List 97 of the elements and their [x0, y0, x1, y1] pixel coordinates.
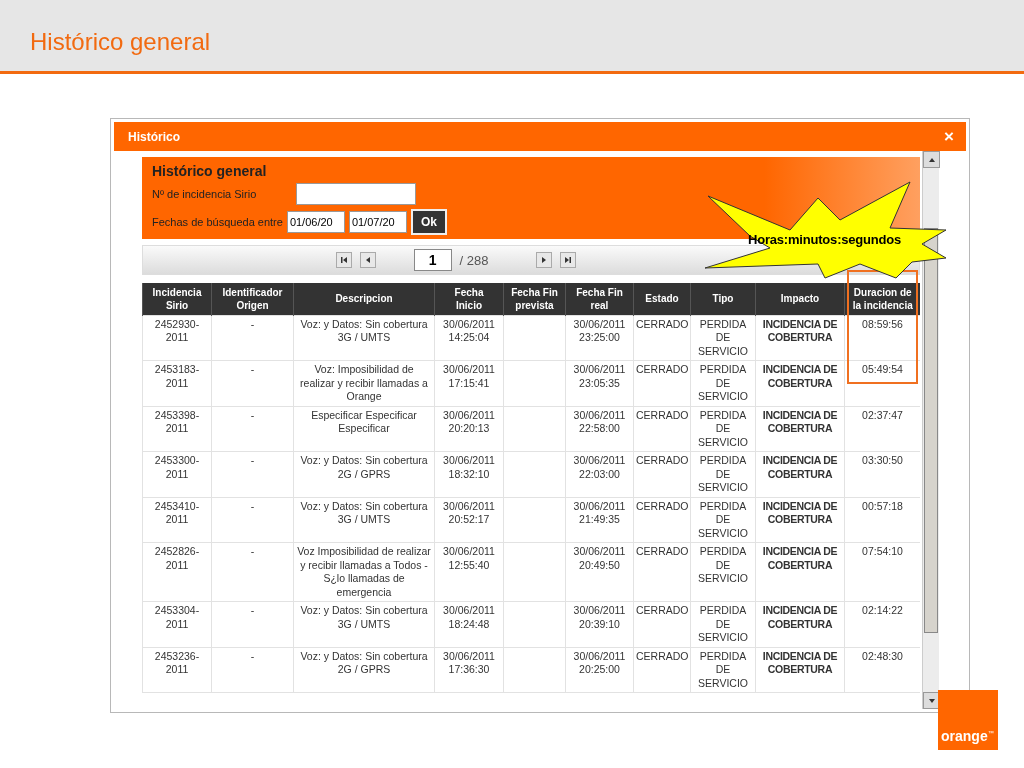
table-cell: CERRADO [633, 451, 691, 497]
column-header[interactable]: Tipo [690, 283, 756, 315]
page-field[interactable]: 1 [413, 249, 452, 271]
table-cell: PERDIDA DE SERVICIO [690, 315, 756, 361]
table-cell: PERDIDA DE SERVICIO [690, 601, 756, 647]
table-cell: Voz: Imposibilidad de realizar y recibir llamadas a Orange [293, 360, 435, 406]
table-cell: INCIDENCIA DE COBERTURA [755, 497, 845, 543]
table-cell: 30/06/2011 12:55:40 [434, 542, 504, 602]
first-page-icon [339, 256, 348, 264]
scroll-up-button[interactable] [923, 151, 940, 168]
date-to-field[interactable]: 01/07/20 [348, 211, 407, 233]
table-cell: 30/06/2011 14:25:04 [434, 315, 504, 361]
down-icon [927, 696, 936, 705]
table-cell: - [211, 451, 294, 497]
scrollbar[interactable] [922, 151, 939, 709]
table-cell: INCIDENCIA DE COBERTURA [755, 647, 845, 693]
search-title: Histórico general [152, 163, 268, 179]
column-header[interactable]: Identificador Origen [211, 283, 294, 315]
table-cell: CERRADO [633, 497, 691, 543]
first-page-button[interactable] [335, 252, 352, 268]
table-cell: Voz: y Datos: Sin cobertura 2G / GPRS [293, 451, 435, 497]
table-cell: CERRADO [633, 406, 691, 452]
last-page-button[interactable] [560, 252, 577, 268]
table-cell: CERRADO [633, 542, 691, 602]
table-cell: INCIDENCIA DE COBERTURA [755, 315, 845, 361]
previous-page-button[interactable] [359, 252, 376, 268]
page-total: / 288 [459, 252, 489, 268]
table-cell: PERDIDA DE SERVICIO [690, 451, 756, 497]
table-cell: - [211, 601, 294, 647]
column-header[interactable]: Estado [633, 283, 691, 315]
table-cell: 30/06/2011 20:25:00 [565, 647, 634, 693]
table-cell: 30/06/2011 23:25:00 [565, 315, 634, 361]
table-cell: 30/06/2011 22:58:00 [565, 406, 634, 452]
table-cell: Voz: y Datos: Sin cobertura 2G / GPRS [293, 647, 435, 693]
table-cell: CERRADO [633, 315, 691, 361]
date-from-field[interactable]: 01/06/20 [286, 211, 345, 233]
slide-title: Histórico general [30, 27, 211, 56]
scroll-thumb[interactable] [924, 227, 938, 633]
dates-label: Fechas de búsqueda entre [152, 216, 283, 228]
table-cell: 2452826-2011 [142, 542, 212, 602]
last-page-icon [564, 256, 573, 264]
table-cell: 30/06/2011 22:03:00 [565, 451, 634, 497]
table-cell: 2453398-2011 [142, 406, 212, 452]
table-cell: 30/06/2011 18:32:10 [434, 451, 504, 497]
column-header[interactable]: Fecha Inicio [434, 283, 504, 315]
table-cell: Voz: y Datos: Sin cobertura 3G / UMTS [293, 315, 435, 361]
table-cell: Voz: y Datos: Sin cobertura 3G / UMTS [293, 601, 435, 647]
table-cell: CERRADO [633, 360, 691, 406]
column-header[interactable]: Impacto [755, 283, 845, 315]
table-cell: PERDIDA DE SERVICIO [690, 406, 756, 452]
table-cell: PERDIDA DE SERVICIO [690, 360, 756, 406]
table-cell: - [211, 497, 294, 543]
column-header[interactable]: Fecha Fin real [565, 283, 634, 315]
table-cell: 30/06/2011 21:49:35 [565, 497, 634, 543]
table-cell: Especificar Especificar Especificar [293, 406, 435, 452]
table-cell: - [211, 360, 294, 406]
table-cell: INCIDENCIA DE COBERTURA [755, 542, 845, 602]
table-cell: CERRADO [633, 647, 691, 693]
table-cell: - [211, 406, 294, 452]
table-cell: CERRADO [633, 601, 691, 647]
table-cell: 2453300-2011 [142, 451, 212, 497]
table-cell: 2453183-2011 [142, 360, 212, 406]
table-cell: INCIDENCIA DE COBERTURA [755, 360, 845, 406]
next-page-button[interactable] [536, 252, 553, 268]
column-header[interactable]: Incidencia Sirio [142, 283, 212, 315]
table-cell: 30/06/2011 20:39:10 [565, 601, 634, 647]
table-cell: 30/06/2011 17:15:41 [434, 360, 504, 406]
table-cell: PERDIDA DE SERVICIO [690, 497, 756, 543]
column-header[interactable]: Descripcion [293, 283, 435, 315]
table-cell: - [211, 315, 294, 361]
column-header[interactable]: Fecha Fin prevista [503, 283, 566, 315]
table-cell: INCIDENCIA DE COBERTURA [755, 451, 845, 497]
table-cell: 30/06/2011 20:52:17 [434, 497, 504, 543]
table-cell: INCIDENCIA DE COBERTURA [755, 406, 845, 452]
window-title: Histórico [128, 129, 180, 144]
ok-button[interactable]: Ok [410, 209, 447, 235]
column-header[interactable]: Duracion de la incidencia [844, 283, 920, 315]
logo-text: orange [941, 728, 988, 744]
table-cell: 30/06/2011 20:49:50 [565, 542, 634, 602]
table-cell: 2452930-2011 [142, 315, 212, 361]
table-cell: - [211, 647, 294, 693]
table-cell: 2453410-2011 [142, 497, 212, 543]
table-cell: 2453236-2011 [142, 647, 212, 693]
table-cell: Voz Imposibilidad de realizar y recibir llamadas a Todos - S¿lo llamadas de emergencia [293, 542, 435, 602]
incident-field[interactable] [296, 183, 416, 205]
table-cell: 30/06/2011 17:36:30 [434, 647, 504, 693]
table-cell: 30/06/2011 23:05:35 [565, 360, 634, 406]
table-cell: 08:59:56 [844, 315, 920, 361]
table-cell: INCIDENCIA DE COBERTURA [755, 601, 845, 647]
table-cell: 30/06/2011 20:20:13 [434, 406, 504, 452]
table-cell: PERDIDA DE SERVICIO [690, 647, 756, 693]
table-cell: - [211, 542, 294, 602]
table-cell: Voz: y Datos: Sin cobertura 3G / UMTS [293, 497, 435, 543]
table-cell: 30/06/2011 18:24:48 [434, 601, 504, 647]
table-cell: 2453304-2011 [142, 601, 212, 647]
incident-label: Nº de incidencia Sirio [152, 188, 258, 200]
table-cell: PERDIDA DE SERVICIO [690, 542, 756, 602]
